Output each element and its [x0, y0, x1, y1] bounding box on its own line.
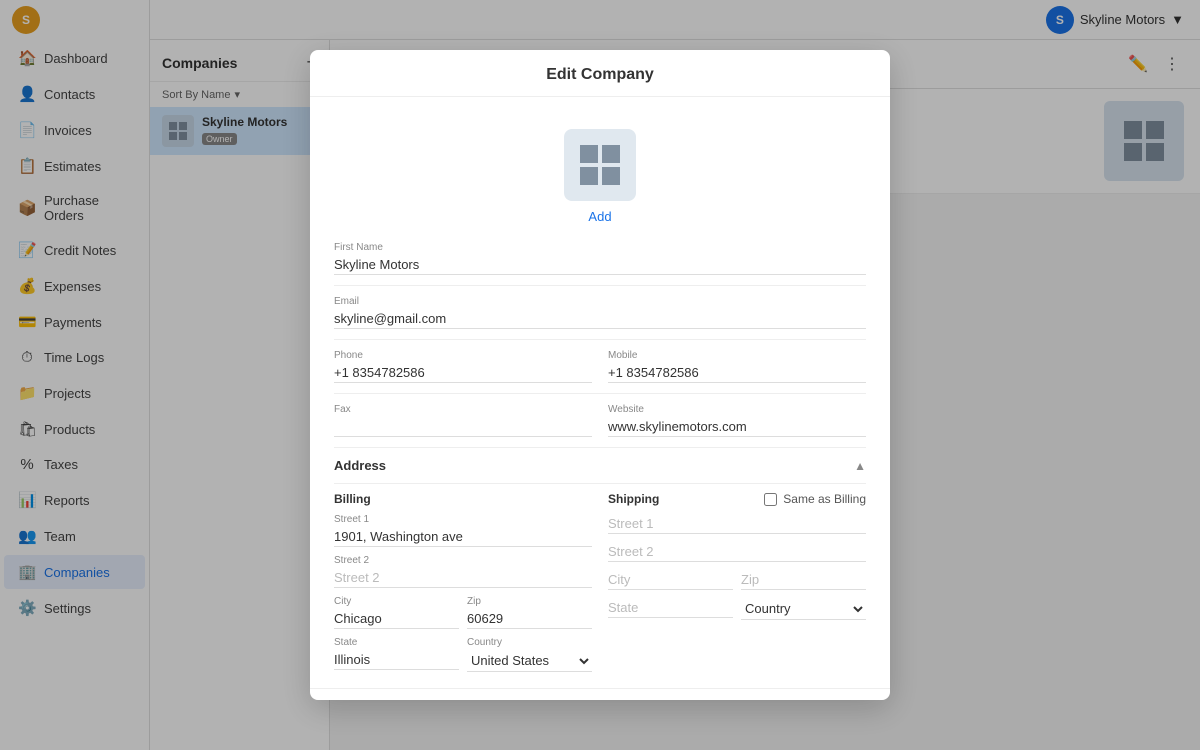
- email-row: Email: [334, 286, 866, 340]
- fax-input[interactable]: [334, 417, 592, 437]
- modal-body: Add First Name Email Phone: [310, 97, 890, 688]
- phone-field: Phone: [334, 350, 592, 383]
- billing-city-zip-row: City Zip: [334, 596, 592, 629]
- mobile-field: Mobile: [608, 350, 866, 383]
- modal-overlay: Edit Company Add First Name Email: [0, 0, 1200, 750]
- shipping-country-field: Country United States Canada: [741, 598, 866, 620]
- same-as-billing-checkbox[interactable]: [764, 493, 777, 506]
- fax-field: Fax: [334, 404, 592, 437]
- first-name-input[interactable]: [334, 255, 866, 275]
- phone-mobile-row: Phone Mobile: [334, 340, 866, 394]
- shipping-street2-input[interactable]: [608, 542, 866, 562]
- modal-title: Edit Company: [546, 66, 654, 83]
- billing-zip-input[interactable]: [467, 609, 592, 629]
- first-name-label: First Name: [334, 242, 866, 253]
- shipping-title: Shipping: [608, 484, 659, 506]
- billing-zip-label: Zip: [467, 596, 592, 607]
- mobile-label: Mobile: [608, 350, 866, 361]
- website-field: Website: [608, 404, 866, 437]
- first-name-field: First Name: [334, 242, 866, 275]
- shipping-state-field: [608, 598, 733, 620]
- edit-company-modal: Edit Company Add First Name Email: [310, 50, 890, 700]
- shipping-zip-input[interactable]: [741, 570, 866, 590]
- phone-label: Phone: [334, 350, 592, 361]
- address-columns: Billing Street 1 Street 2 City: [334, 484, 866, 672]
- billing-street2-input[interactable]: [334, 568, 592, 588]
- shipping-city-input[interactable]: [608, 570, 733, 590]
- billing-street2-label: Street 2: [334, 555, 592, 566]
- billing-country-select[interactable]: United States Canada UK: [467, 650, 592, 672]
- email-field: Email: [334, 296, 866, 329]
- address-chevron-icon: ▲: [854, 459, 866, 473]
- same-as-billing-row: Same as Billing: [764, 492, 866, 506]
- shipping-zip-field: [741, 570, 866, 590]
- billing-title: Billing: [334, 484, 592, 506]
- billing-street1-label: Street 1: [334, 514, 592, 525]
- shipping-column: Shipping Same as Billing: [608, 484, 866, 672]
- website-input[interactable]: [608, 417, 866, 437]
- shipping-state-input[interactable]: [608, 598, 733, 618]
- billing-state-country-row: State Country United States Canada UK: [334, 637, 592, 672]
- billing-column: Billing Street 1 Street 2 City: [334, 484, 608, 672]
- shipping-street2-field: [608, 542, 866, 562]
- shipping-city-zip-row: [608, 570, 866, 590]
- first-name-row: First Name: [334, 232, 866, 286]
- billing-country-field: Country United States Canada UK: [467, 637, 592, 672]
- phone-input[interactable]: [334, 363, 592, 383]
- email-field-label: Email: [334, 296, 866, 307]
- shipping-street1-field: [608, 514, 866, 534]
- address-section-header[interactable]: Address ▲: [334, 448, 866, 484]
- shipping-street1-input[interactable]: [608, 514, 866, 534]
- shipping-state-country-row: Country United States Canada: [608, 598, 866, 620]
- email-input[interactable]: [334, 309, 866, 329]
- billing-street1-input[interactable]: [334, 527, 592, 547]
- billing-city-input[interactable]: [334, 609, 459, 629]
- billing-state-input[interactable]: [334, 650, 459, 670]
- same-as-billing-label: Same as Billing: [783, 492, 866, 506]
- website-label: Website: [608, 404, 866, 415]
- modal-company-icon: [564, 129, 636, 201]
- modal-header: Edit Company: [310, 50, 890, 97]
- fax-label: Fax: [334, 404, 592, 415]
- add-photo-link[interactable]: Add: [588, 209, 611, 224]
- modal-avatar-section: Add: [334, 113, 866, 232]
- billing-street1-field: Street 1: [334, 514, 592, 547]
- address-section-title: Address: [334, 458, 386, 473]
- mobile-input[interactable]: [608, 363, 866, 383]
- modal-footer: Cancel Save: [310, 688, 890, 700]
- shipping-city-field: [608, 570, 733, 590]
- billing-state-field: State: [334, 637, 459, 672]
- billing-street2-field: Street 2: [334, 555, 592, 588]
- fax-website-row: Fax Website: [334, 394, 866, 448]
- billing-city-label: City: [334, 596, 459, 607]
- billing-zip-field: Zip: [467, 596, 592, 629]
- shipping-country-select[interactable]: Country United States Canada: [741, 598, 866, 620]
- shipping-header: Shipping Same as Billing: [608, 484, 866, 514]
- billing-city-field: City: [334, 596, 459, 629]
- billing-state-label: State: [334, 637, 459, 648]
- billing-country-label: Country: [467, 637, 592, 648]
